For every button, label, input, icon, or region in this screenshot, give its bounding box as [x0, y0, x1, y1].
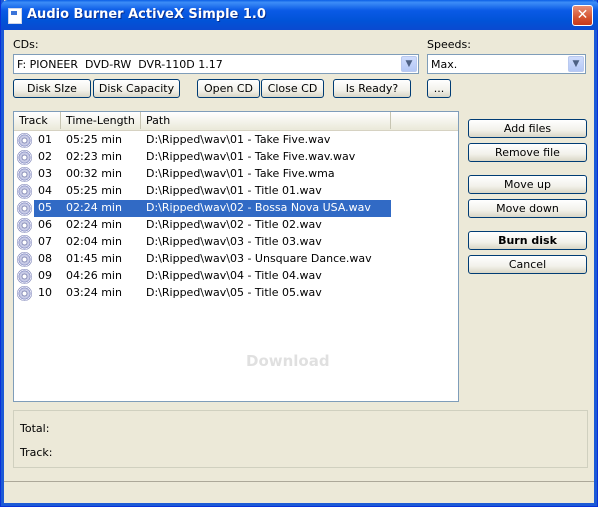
table-row[interactable]: 10 03:24 min D:\Ripped\wav\05 - Title 05.w…	[14, 285, 458, 302]
status-bar	[4, 481, 594, 503]
list-header: Track Time-Length Path	[14, 112, 458, 131]
info-panel: Total: Track:	[13, 410, 588, 468]
open-cd-button[interactable]: Open CD	[197, 79, 260, 98]
time-length-cell: 04:26 min	[66, 269, 122, 282]
time-length-cell: 00:32 min	[66, 167, 122, 180]
path-cell: D:\Ripped\wav\02 - Bossa Nova USA.wav	[146, 201, 371, 214]
track-list[interactable]: Track Time-Length Path 01 05:25 min D:\Rip…	[13, 111, 459, 402]
table-row[interactable]: 07 02:04 min D:\Ripped\wav\03 - Title 03.w…	[14, 234, 458, 251]
track-number-cell: 03	[38, 167, 52, 180]
disk-size-button[interactable]: Disk SIze	[13, 79, 91, 98]
add-files-button[interactable]: Add files	[468, 119, 587, 138]
cd-audio-icon	[17, 218, 32, 233]
path-cell: D:\Ripped\wav\04 - Title 04.wav	[146, 269, 322, 282]
path-cell: D:\Ripped\wav\03 - Unsquare Dance.wav	[146, 252, 372, 265]
table-row[interactable]: 06 02:24 min D:\Ripped\wav\02 - Title 02.w…	[14, 217, 458, 234]
is-ready-button[interactable]: Is Ready?	[333, 79, 411, 98]
disk-capacity-button[interactable]: Disk Capacity	[93, 79, 180, 98]
cds-label: CDs:	[13, 38, 39, 51]
cd-audio-icon	[17, 235, 32, 250]
cd-audio-icon	[17, 150, 32, 165]
speed-select[interactable]: Max. ▼	[427, 54, 586, 74]
track-number-cell: 06	[38, 218, 52, 231]
chevron-down-icon[interactable]: ▼	[568, 56, 584, 72]
track-number-cell: 10	[38, 286, 52, 299]
column-filler	[391, 112, 458, 129]
path-cell: D:\Ripped\wav\05 - Title 05.wav	[146, 286, 322, 299]
table-row[interactable]: 01 05:25 min D:\Ripped\wav\01 - Take Five.…	[14, 132, 458, 149]
burn-disk-button[interactable]: Burn disk	[468, 231, 587, 250]
app-window: Audio Burner ActiveX Simple 1.0 ✕ CDs: F…	[0, 0, 598, 507]
time-length-cell: 02:24 min	[66, 218, 122, 231]
column-track[interactable]: Track	[14, 112, 61, 129]
table-row[interactable]: 04 05:25 min D:\Ripped\wav\01 - Title 01.w…	[14, 183, 458, 200]
title-bar[interactable]: Audio Burner ActiveX Simple 1.0 ✕	[1, 0, 598, 30]
table-row[interactable]: 08 01:45 min D:\Ripped\wav\03 - Unsquare D…	[14, 251, 458, 268]
speeds-label: Speeds:	[427, 38, 471, 51]
move-down-button[interactable]: Move down	[468, 199, 587, 218]
time-length-cell: 03:24 min	[66, 286, 122, 299]
speed-value: Max.	[431, 58, 458, 71]
table-row[interactable]: 05 02:24 min D:\Ripped\wav\02 - Bossa Nova…	[14, 200, 458, 217]
track-number-cell: 08	[38, 252, 52, 265]
path-cell: D:\Ripped\wav\01 - Take Five.wav.wav	[146, 150, 356, 163]
path-cell: D:\Ripped\wav\01 - Title 01.wav	[146, 184, 322, 197]
cd-audio-icon	[17, 167, 32, 182]
path-cell: D:\Ripped\wav\01 - Take Five.wma	[146, 167, 335, 180]
time-length-cell: 02:24 min	[66, 201, 122, 214]
remove-file-button[interactable]: Remove file	[468, 143, 587, 162]
time-length-cell: 02:04 min	[66, 235, 122, 248]
cd-drive-value: F: PIONEER DVD-RW DVR-110D 1.17	[17, 58, 223, 71]
time-length-cell: 02:23 min	[66, 150, 122, 163]
table-row[interactable]: 09 04:26 min D:\Ripped\wav\04 - Title 04.w…	[14, 268, 458, 285]
cd-audio-icon	[17, 252, 32, 267]
track-number-cell: 07	[38, 235, 52, 248]
path-cell: D:\Ripped\wav\01 - Take Five.wav	[146, 133, 331, 146]
path-cell: D:\Ripped\wav\03 - Title 03.wav	[146, 235, 322, 248]
track-label: Track:	[20, 446, 53, 459]
track-number-cell: 01	[38, 133, 52, 146]
total-label: Total:	[20, 422, 50, 435]
track-number-cell: 05	[38, 201, 52, 214]
cd-drive-select[interactable]: F: PIONEER DVD-RW DVR-110D 1.17 ▼	[13, 54, 419, 74]
cd-audio-icon	[17, 133, 32, 148]
table-row[interactable]: 03 00:32 min D:\Ripped\wav\01 - Take Five.…	[14, 166, 458, 183]
track-number-cell: 02	[38, 150, 52, 163]
close-cd-button[interactable]: Close CD	[261, 79, 324, 98]
cd-audio-icon	[17, 184, 32, 199]
column-time-length[interactable]: Time-Length	[61, 112, 141, 129]
app-icon	[8, 8, 22, 24]
more-options-button[interactable]: ...	[427, 79, 451, 98]
watermark: Download	[246, 352, 330, 370]
cd-audio-icon	[17, 269, 32, 284]
column-path[interactable]: Path	[141, 112, 391, 129]
cd-audio-icon	[17, 286, 32, 301]
cd-audio-icon	[17, 201, 32, 216]
cancel-button[interactable]: Cancel	[468, 255, 587, 274]
track-number-cell: 09	[38, 269, 52, 282]
table-row[interactable]: 02 02:23 min D:\Ripped\wav\01 - Take Five.…	[14, 149, 458, 166]
track-number-cell: 04	[38, 184, 52, 197]
time-length-cell: 01:45 min	[66, 252, 122, 265]
window-title: Audio Burner ActiveX Simple 1.0	[27, 7, 266, 22]
time-length-cell: 05:25 min	[66, 133, 122, 146]
chevron-down-icon[interactable]: ▼	[401, 56, 417, 72]
path-cell: D:\Ripped\wav\02 - Title 02.wav	[146, 218, 322, 231]
time-length-cell: 05:25 min	[66, 184, 122, 197]
move-up-button[interactable]: Move up	[468, 175, 587, 194]
close-button[interactable]: ✕	[572, 5, 593, 26]
